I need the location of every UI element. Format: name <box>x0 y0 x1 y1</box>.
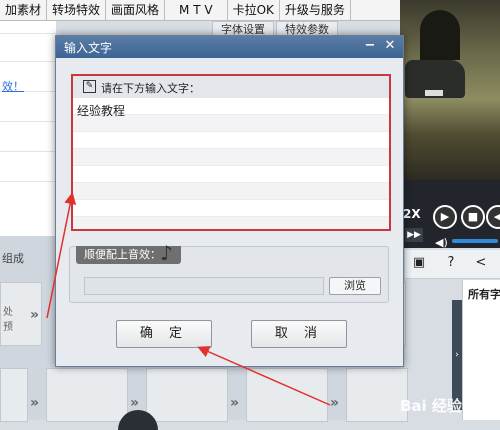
font-list: 所有字 <box>462 280 500 420</box>
text-panel-header: ✎ 请在下方输入文字： <box>73 76 389 99</box>
dialog-title-bar[interactable]: 输入文字 − ✕ <box>56 36 403 58</box>
tab-upgrade-service[interactable]: 升级与服务 <box>280 0 351 20</box>
collapse-handle[interactable]: › <box>452 300 462 410</box>
panel-row <box>0 61 56 62</box>
sound-path-field[interactable] <box>84 277 324 295</box>
text-panel-label: 请在下方输入文字： <box>101 82 200 95</box>
effect-link[interactable]: 效！ <box>2 78 24 94</box>
left-panel <box>0 21 56 236</box>
next-arrows-icon: » <box>330 395 340 411</box>
storyboard-slot[interactable] <box>0 368 28 422</box>
tab-picture-style[interactable]: 画面风格 <box>106 0 166 20</box>
panel-row <box>0 151 56 152</box>
panel-row <box>0 33 56 34</box>
play-icon[interactable]: ▶ <box>433 205 457 229</box>
browse-button[interactable]: 浏览 <box>329 277 381 295</box>
dialog-title: 输入文字 <box>64 41 113 55</box>
text-input-field[interactable]: 经验教程 <box>73 98 389 229</box>
save-icon[interactable]: ▣ <box>411 255 427 271</box>
tool-icon-row: ▣ ? < <box>405 250 500 279</box>
panel-row <box>0 181 56 182</box>
share-icon[interactable]: < <box>473 255 489 271</box>
sound-effect-box: 顺便配上音效： ♪ 浏览 <box>69 241 389 303</box>
next-arrows-icon: » <box>230 395 240 411</box>
storyboard-slot[interactable] <box>146 368 228 422</box>
next-arrows-icon: » <box>30 395 40 411</box>
storyboard-slot[interactable] <box>346 368 408 422</box>
font-list-header: 所有字 <box>468 288 500 301</box>
tab-add-material[interactable]: 加素材 <box>0 0 48 20</box>
help-icon[interactable]: ? <box>443 255 459 271</box>
fast-forward-icon[interactable]: ▶▶ <box>405 228 423 242</box>
next-arrows-icon: » <box>30 307 40 323</box>
watermark: Bai 经验 <box>400 397 462 415</box>
cancel-button[interactable]: 取 消 <box>251 320 347 348</box>
stop-icon[interactable]: ■ <box>461 205 485 229</box>
slot-label: 处 预 <box>3 307 13 333</box>
text-input-panel: ✎ 请在下方输入文字： 经验教程 <box>71 74 391 231</box>
volume-slider[interactable] <box>452 239 498 243</box>
music-note-icon: ♪ <box>160 241 173 265</box>
storyboard-slot[interactable] <box>46 368 128 422</box>
edit-icon: ✎ <box>83 80 96 93</box>
storyboard-slot[interactable] <box>246 368 328 422</box>
input-text-dialog: 输入文字 − ✕ ✎ 请在下方输入文字： 经验教程 顺便配上音效： ♪ 浏览 确… <box>55 35 404 367</box>
ok-button[interactable]: 确 定 <box>116 320 212 348</box>
tab-transition-effects[interactable]: 转场特效 <box>47 0 107 20</box>
volume-icon[interactable]: ◀) <box>435 236 448 249</box>
speed-label[interactable]: 2X <box>403 207 421 221</box>
group-label: 组成 <box>2 252 24 265</box>
close-icon[interactable]: ✕ <box>382 38 398 54</box>
top-tab-bar: 加素材 转场特效 画面风格 M T V 卡拉OK 升级与服务 <box>0 0 400 21</box>
tab-mtv[interactable]: M T V <box>165 0 228 20</box>
video-tunnel <box>420 10 460 60</box>
tab-karaoke[interactable]: 卡拉OK <box>228 0 280 20</box>
minimize-icon[interactable]: − <box>362 38 378 54</box>
video-car-plate <box>425 90 443 96</box>
next-arrows-icon: » <box>130 395 140 411</box>
panel-row <box>0 121 56 122</box>
